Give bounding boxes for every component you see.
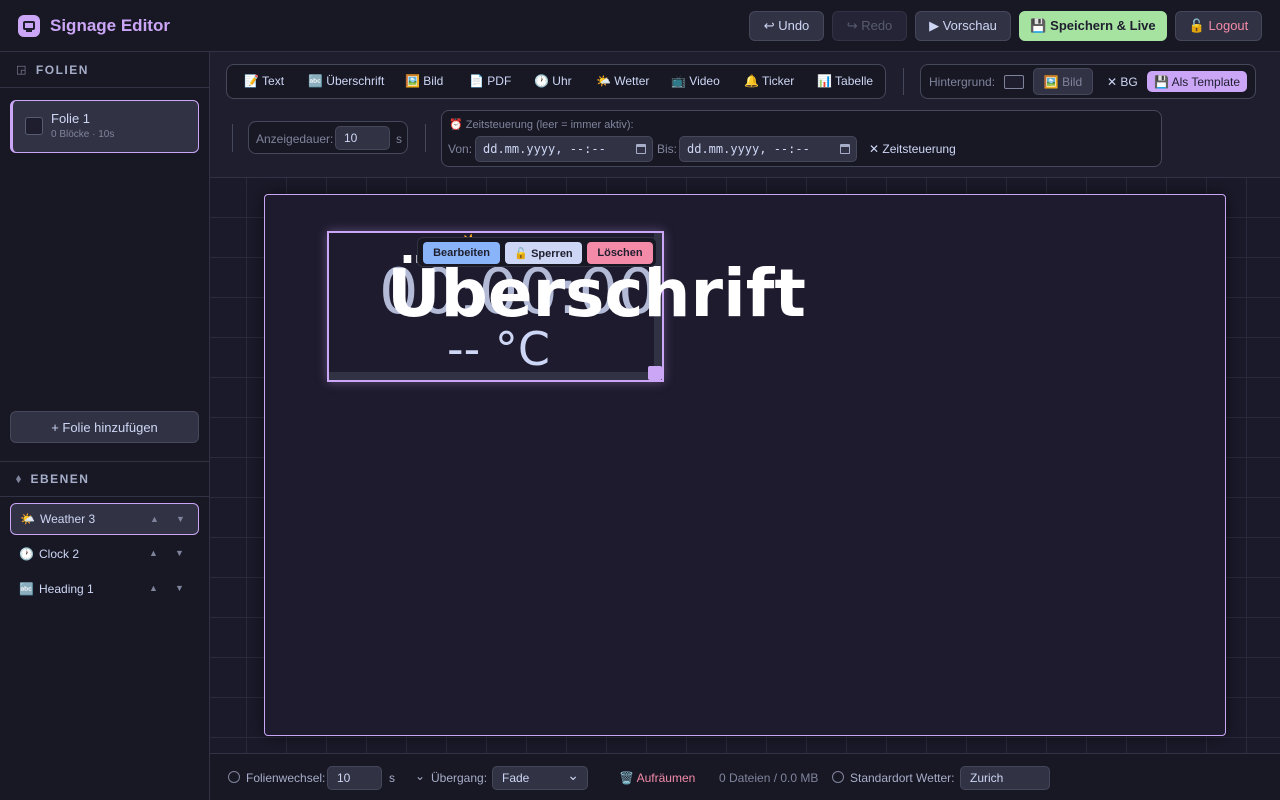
- temperature-display: -- °C: [447, 322, 550, 376]
- save-as-template-button[interactable]: 💾 Als Template: [1147, 71, 1247, 92]
- background-label: Hintergrund:: [929, 75, 996, 89]
- slide-card[interactable]: Folie 1 0 Blöcke · 10s: [10, 100, 199, 153]
- layer-label: Weather 3: [40, 512, 96, 526]
- schedule-title: ⏰ Zeitsteuerung (leer = immer aktiv):: [449, 119, 634, 131]
- move-up-icon[interactable]: ▲: [149, 548, 158, 558]
- clear-schedule-button[interactable]: ✕ Zeitsteuerung: [869, 142, 956, 156]
- to-placeholder: dd.mm.yyyy, --:--: [687, 142, 810, 156]
- background-image-button[interactable]: 🖼️ Bild: [1033, 68, 1093, 95]
- transition-label: Übergang:: [431, 771, 488, 785]
- slide-interval-input[interactable]: 10: [327, 766, 382, 790]
- slides-section-header: ◲ FOLIEN: [0, 52, 209, 88]
- block-scrollbar-horizontal[interactable]: [329, 372, 654, 380]
- editor-toolbar: 📝 Text 🔤 Überschrift 🖼️ Bild 📄 PDF 🕐 Uhr…: [210, 52, 1280, 178]
- toolbar-divider: [903, 68, 904, 95]
- slides-heading: FOLIEN: [35, 62, 89, 77]
- add-table-button[interactable]: 📊 Tabelle: [817, 74, 873, 88]
- layers-heading: EBENEN: [30, 472, 90, 486]
- footer-bar: Folienwechsel: 10 s ⌄ Übergang: Fade 🗑️ …: [210, 753, 1280, 800]
- move-up-icon[interactable]: ▲: [149, 583, 158, 593]
- block-tools: 📝 Text 🔤 Überschrift 🖼️ Bild 📄 PDF 🕐 Uhr…: [226, 64, 886, 99]
- heading-block-text[interactable]: Überschrift: [387, 261, 806, 327]
- clock-icon: 🕐: [19, 547, 34, 561]
- resize-handle[interactable]: [648, 366, 662, 380]
- add-heading-button[interactable]: 🔤 Überschrift: [308, 74, 384, 88]
- background-color-picker[interactable]: [1004, 75, 1024, 89]
- duration-input[interactable]: 10: [335, 126, 390, 150]
- calendar-icon[interactable]: [636, 144, 646, 154]
- duration-controls: Anzeigedauer: 10 s: [248, 121, 408, 154]
- duration-unit: s: [396, 132, 402, 146]
- slides-icon: ◲: [16, 64, 28, 76]
- logout-button[interactable]: 🔓 Logout: [1175, 11, 1262, 41]
- redo-button[interactable]: ↪ Redo: [832, 11, 907, 41]
- toolbar-divider: [425, 124, 426, 152]
- calendar-icon[interactable]: [840, 144, 850, 154]
- from-placeholder: dd.mm.yyyy, --:--: [483, 142, 606, 156]
- layer-label: Heading 1: [39, 582, 94, 596]
- add-video-button[interactable]: 📺 Video: [671, 74, 720, 88]
- background-controls: Hintergrund: 🖼️ Bild ✕ BG 💾 Als Template: [920, 64, 1256, 99]
- schedule-to-input[interactable]: dd.mm.yyyy, --:--: [679, 136, 857, 162]
- slide-interval-unit: s: [389, 771, 395, 785]
- layer-label: Clock 2: [39, 547, 80, 561]
- slide-stage[interactable]: ⛅ 00:00:00 -- °C Überschrift Bearbeiten …: [264, 194, 1226, 736]
- lock-block-button[interactable]: 🔓 Sperren: [505, 242, 582, 264]
- duration-label: Anzeigedauer:: [256, 132, 334, 146]
- heading-icon: 🔤: [19, 582, 34, 596]
- add-slide-button[interactable]: + Folie hinzufügen: [10, 411, 199, 443]
- slide-name: Folie 1: [51, 111, 91, 126]
- add-clock-button[interactable]: 🕐 Uhr: [534, 74, 572, 88]
- weather-location-input[interactable]: Zurich: [960, 766, 1050, 790]
- file-usage: 0 Dateien / 0.0 MB: [719, 771, 819, 785]
- add-pdf-button[interactable]: 📄 PDF: [469, 74, 511, 88]
- add-image-button[interactable]: 🖼️ Bild: [405, 74, 443, 88]
- slide-meta: 0 Blöcke · 10s: [51, 129, 115, 140]
- to-label: Bis:: [657, 142, 678, 156]
- weather-icon: 🌤️: [20, 512, 35, 526]
- layer-item-heading[interactable]: 🔤 Heading 1 ▲ ▼: [10, 573, 199, 605]
- preview-button[interactable]: ▶ Vorschau: [915, 11, 1011, 41]
- delete-block-button[interactable]: Löschen: [587, 242, 653, 264]
- move-down-icon[interactable]: ▼: [175, 548, 184, 558]
- schedule-controls: ⏰ Zeitsteuerung (leer = immer aktiv): Vo…: [441, 110, 1162, 167]
- add-weather-button[interactable]: 🌤️ Wetter: [596, 74, 649, 88]
- toolbar-divider: [232, 124, 233, 152]
- schedule-from-input[interactable]: dd.mm.yyyy, --:--: [475, 136, 653, 162]
- layer-item-clock[interactable]: 🕐 Clock 2 ▲ ▼: [10, 538, 199, 570]
- layer-item-weather[interactable]: 🌤️ Weather 3 ▲ ▼: [10, 503, 199, 535]
- move-down-icon[interactable]: ▼: [175, 583, 184, 593]
- save-live-button[interactable]: 💾 Speichern & Live: [1019, 11, 1167, 41]
- add-text-button[interactable]: 📝 Text: [244, 74, 284, 88]
- app-header: Signage Editor ↩ Undo ↪ Redo ▶ Vorschau …: [0, 0, 1280, 52]
- monitor-icon: [18, 15, 40, 37]
- transition-value: Fade: [502, 771, 530, 785]
- slide-interval-label: Folienwechsel:: [246, 771, 326, 785]
- app-title: Signage Editor: [50, 16, 170, 35]
- cleanup-button[interactable]: 🗑️ Aufräumen: [619, 771, 695, 785]
- move-up-icon[interactable]: ▲: [150, 514, 159, 524]
- weather-location-label: Standardort Wetter:: [850, 771, 955, 785]
- layers-section-header: ⬧ EBENEN: [0, 461, 209, 497]
- globe-icon: [832, 771, 844, 783]
- transition-select[interactable]: Fade: [492, 764, 588, 790]
- undo-button[interactable]: ↩ Undo: [749, 11, 824, 41]
- move-down-icon[interactable]: ▼: [176, 514, 185, 524]
- layers-icon: ⬧: [16, 472, 23, 485]
- block-action-bar: Bearbeiten 🔓 Sperren Löschen: [417, 237, 657, 267]
- edit-block-button[interactable]: Bearbeiten: [423, 242, 500, 264]
- slide-thumbnail: [25, 117, 43, 135]
- add-ticker-button[interactable]: 🔔 Ticker: [744, 74, 794, 88]
- sidebar: ◲ FOLIEN Folie 1 0 Blöcke · 10s + Folie …: [0, 52, 210, 800]
- from-label: Von:: [448, 142, 473, 156]
- clock-icon: [228, 771, 240, 783]
- canvas-area: ⛅ 00:00:00 -- °C Überschrift Bearbeiten …: [210, 178, 1280, 753]
- clear-background-button[interactable]: ✕ BG: [1107, 75, 1138, 89]
- chevron-down-icon: ⌄: [415, 769, 426, 783]
